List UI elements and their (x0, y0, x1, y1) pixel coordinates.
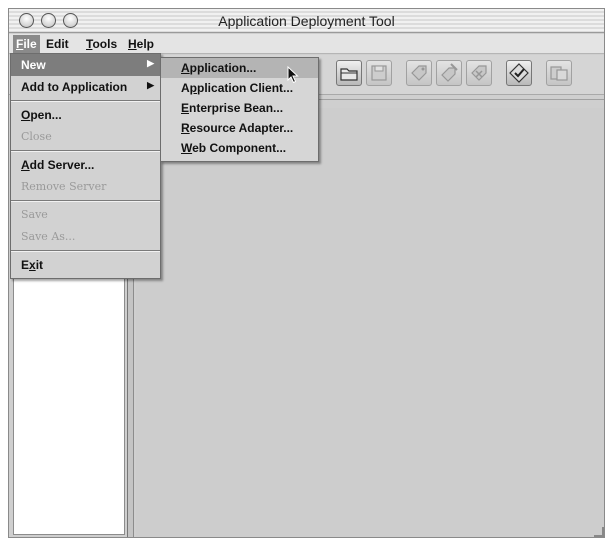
menu-bar: File Edit Tools Help (9, 34, 604, 54)
menu-tools[interactable]: Tools (83, 35, 120, 53)
menu-help[interactable]: Help (125, 35, 157, 53)
deploy-icon[interactable] (546, 60, 572, 86)
menu-item-add-to-application[interactable]: Add to Application ▶ (11, 76, 160, 98)
menu-separator (11, 100, 160, 102)
menu-item-new[interactable]: New ▶ (11, 54, 160, 76)
submenu-arrow-icon: ▶ (147, 58, 154, 68)
menu-separator (11, 250, 160, 252)
submenu-item-enterprise-bean[interactable]: Enterprise Bean... (161, 98, 318, 118)
verify-check-icon[interactable] (506, 60, 532, 86)
tag-icon[interactable] (406, 60, 432, 86)
edit-tag-icon[interactable] (436, 60, 462, 86)
resize-grip[interactable] (594, 527, 604, 537)
mouse-pointer-icon (287, 66, 299, 84)
menu-item-close: Close (21, 130, 52, 143)
open-folder-icon[interactable] (336, 60, 362, 86)
menu-item-save-as: Save As... (21, 230, 76, 243)
content-pane (136, 108, 604, 537)
remove-tag-icon[interactable] (466, 60, 492, 86)
window-title: Application Deployment Tool (218, 13, 395, 29)
menu-item-remove-server: Remove Server (21, 180, 107, 193)
menu-item-add-server[interactable]: Add Server... (11, 154, 160, 176)
submenu-item-resource-adapter[interactable]: Resource Adapter... (161, 118, 318, 138)
menu-item-save: Save (21, 208, 48, 221)
menu-separator (11, 150, 160, 152)
title-bar[interactable]: Application Deployment Tool (9, 9, 604, 33)
menu-item-open[interactable]: Open... (11, 104, 160, 126)
save-disk-icon[interactable] (366, 60, 392, 86)
menu-edit[interactable]: Edit (43, 35, 72, 53)
file-menu-dropdown: New ▶ Add to Application ▶ Open... Close A… (10, 53, 161, 279)
submenu-item-web-component[interactable]: Web Component... (161, 138, 318, 158)
menu-file[interactable]: File (13, 35, 40, 53)
menu-separator (11, 200, 160, 202)
submenu-arrow-icon: ▶ (147, 80, 154, 90)
menu-item-exit[interactable]: Exit (11, 254, 160, 276)
